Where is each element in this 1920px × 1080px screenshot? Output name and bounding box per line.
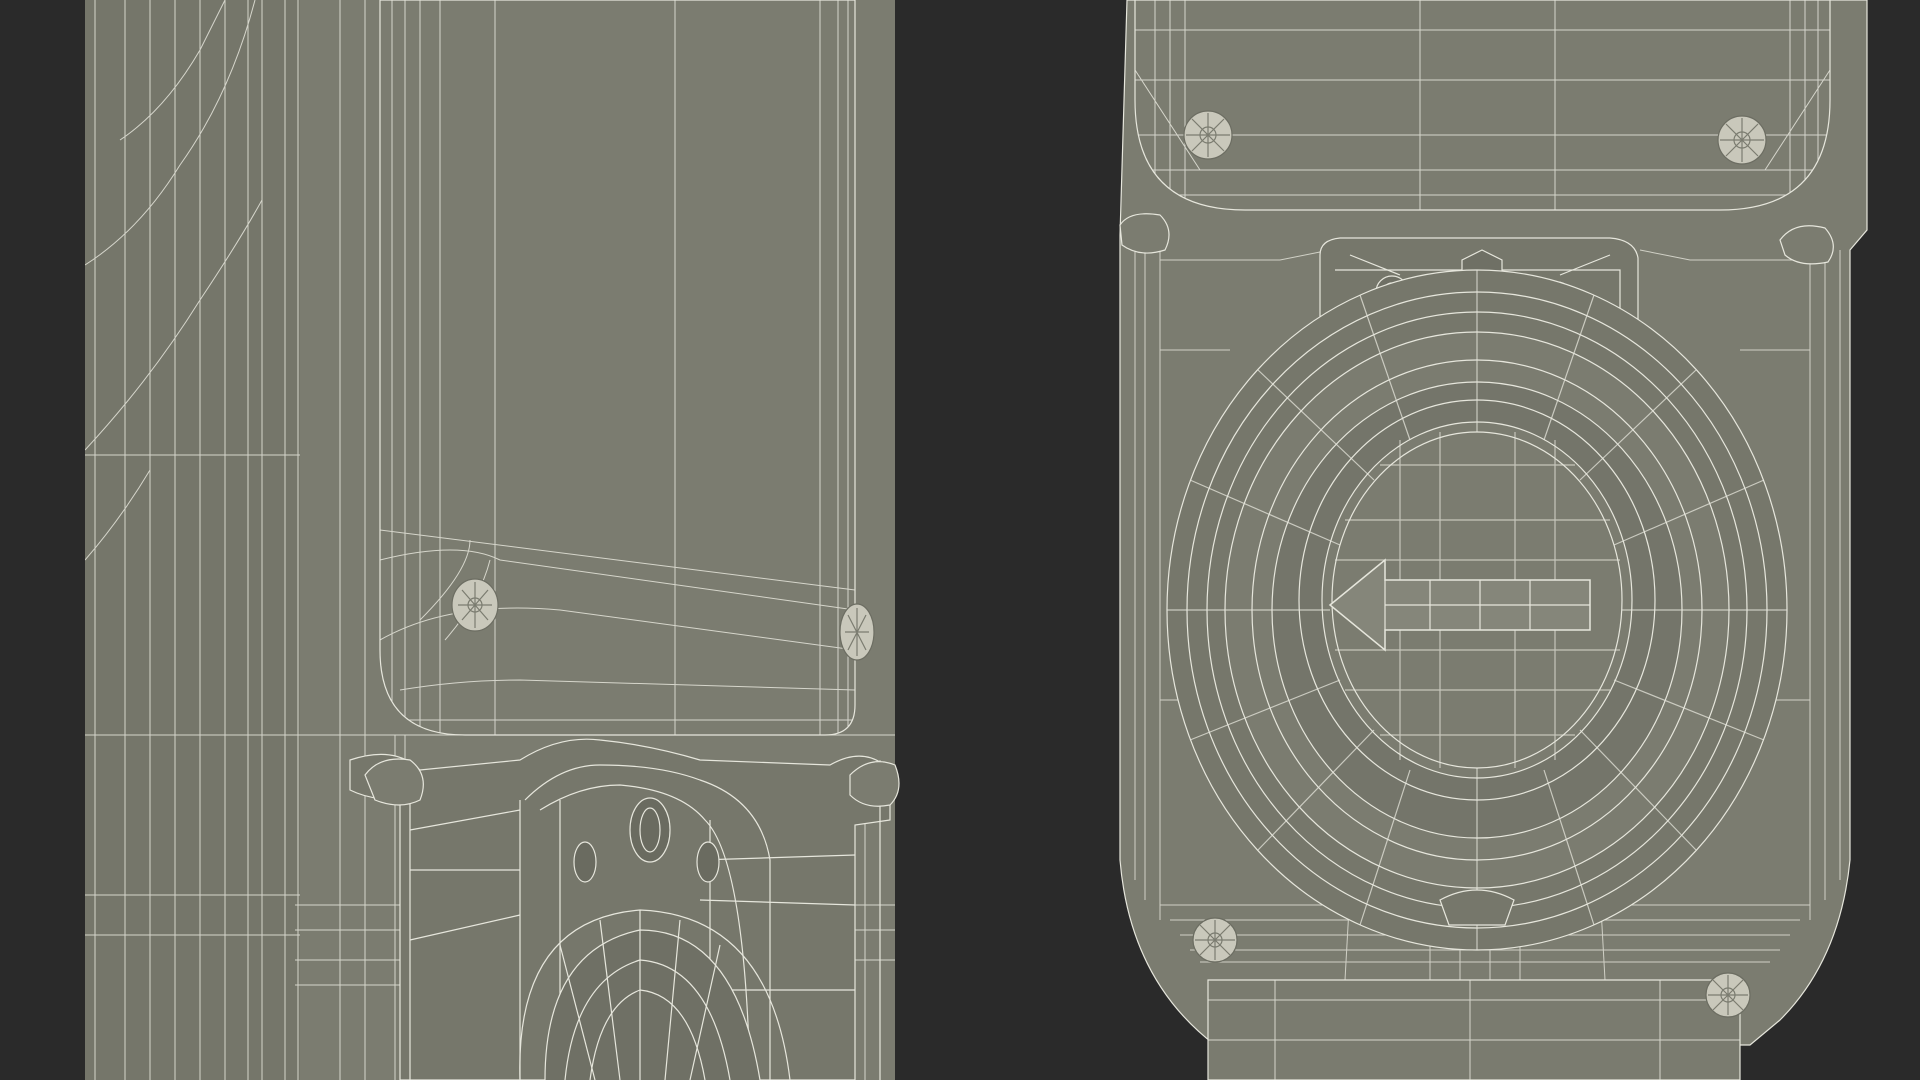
screw-icon — [1705, 972, 1751, 1018]
left-top-plate — [379, 0, 856, 736]
screw-icon — [1183, 110, 1233, 160]
left-side-strip — [85, 0, 300, 1080]
right-top-plate — [1134, 0, 1831, 211]
left-object — [85, 0, 900, 1080]
left-socket-housing — [349, 738, 900, 1080]
screw-icon — [451, 578, 499, 632]
screw-icon — [1192, 917, 1238, 963]
right-object — [1119, 0, 1868, 1080]
screw-icon — [1717, 115, 1767, 165]
screw-icon — [839, 603, 875, 661]
wireframe-render — [0, 0, 1920, 1080]
